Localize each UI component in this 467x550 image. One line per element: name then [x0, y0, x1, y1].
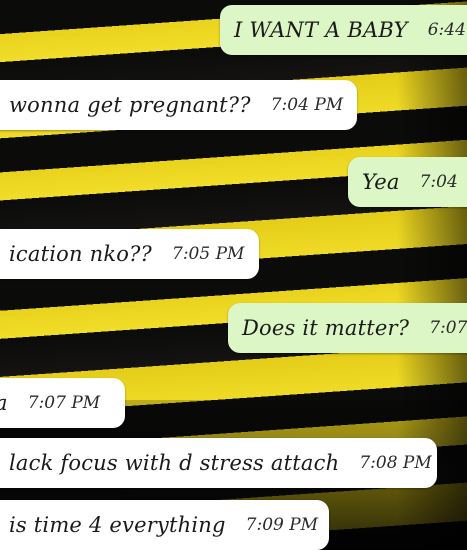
message-time: 6:44 [427, 20, 466, 40]
message-time: 7:05 PM [172, 244, 245, 264]
message-text: I WANT A BABY [234, 18, 408, 42]
message-bubble-incoming[interactable]: a 7:07 PM [0, 378, 125, 428]
message-text: wonna get pregnant?? [9, 93, 251, 117]
message-text: is time 4 everything [9, 513, 226, 537]
message-time: 7:07 [429, 318, 467, 338]
message-text: a [0, 391, 8, 415]
message-text: ication nko?? [9, 242, 153, 266]
message-bubble-incoming[interactable]: ication nko?? 7:05 PM [0, 229, 259, 279]
message-time: 7:04 [419, 172, 458, 192]
message-bubble-incoming[interactable]: is time 4 everything 7:09 PM [0, 500, 329, 550]
message-bubble-outgoing[interactable]: I WANT A BABY 6:44 [220, 5, 467, 55]
message-time: 7:07 PM [27, 393, 101, 413]
message-text: Does it matter? [242, 316, 410, 340]
message-bubble-outgoing[interactable]: Does it matter? 7:07 [228, 303, 467, 353]
message-bubble-incoming[interactable]: lack focus with d stress attach 7:08 PM [0, 438, 437, 488]
message-bubble-incoming[interactable]: wonna get pregnant?? 7:04 PM [0, 80, 357, 130]
message-time: 7:08 PM [359, 453, 432, 473]
message-time: 7:09 PM [245, 515, 319, 535]
message-time: 7:04 PM [270, 95, 344, 115]
message-bubble-outgoing[interactable]: Yea 7:04 [348, 157, 467, 207]
message-text: lack focus with d stress attach [9, 451, 340, 475]
message-text: Yea [362, 170, 400, 194]
